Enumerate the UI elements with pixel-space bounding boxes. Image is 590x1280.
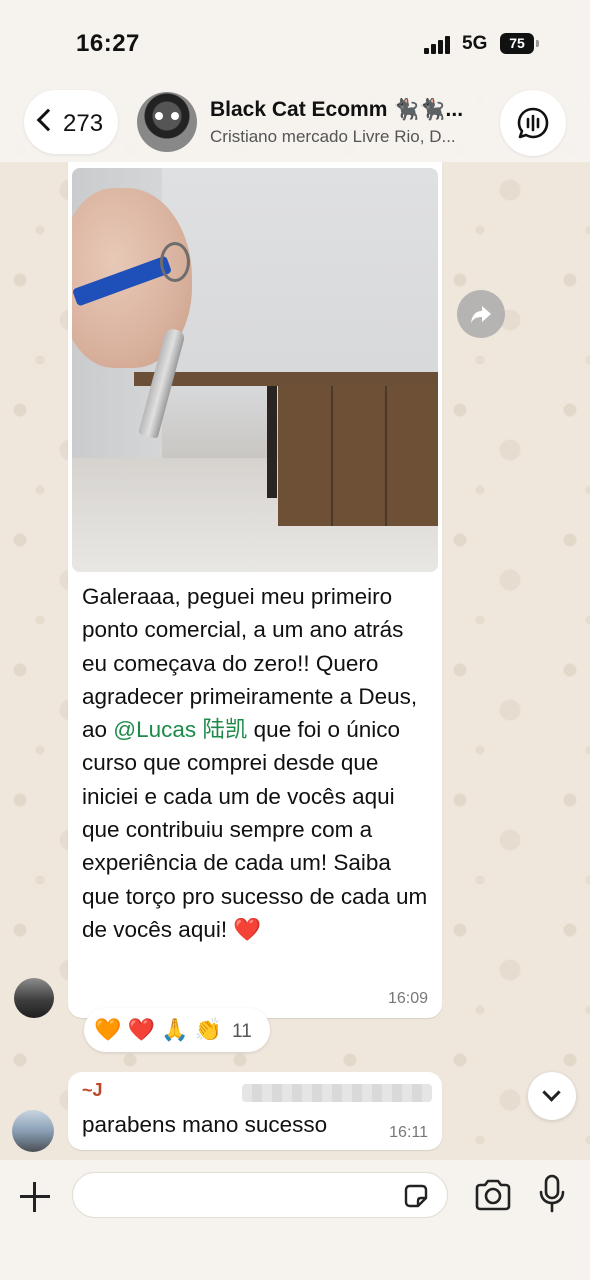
message-input[interactable] bbox=[72, 1172, 448, 1218]
mention-link[interactable]: @Lucas 陆凯 bbox=[113, 717, 247, 742]
reaction-count: 11 bbox=[232, 1021, 252, 1042]
signal-icon bbox=[424, 36, 452, 54]
reactions-bar[interactable]: 🧡 ❤️ 🙏 👏 11 bbox=[84, 1008, 270, 1052]
message-time: 16:09 bbox=[387, 990, 428, 1007]
input-bar bbox=[0, 1160, 590, 1280]
forward-button[interactable] bbox=[457, 290, 505, 338]
battery-icon: 75 bbox=[500, 33, 539, 54]
group-name[interactable]: Black Cat Ecomm 🐈‍⬛🐈‍⬛... bbox=[210, 98, 485, 122]
sender-phone-redacted bbox=[242, 1084, 432, 1102]
sender-name[interactable]: ~J bbox=[82, 1080, 103, 1101]
message-text-part: que foi o único curso que comprei desde … bbox=[82, 717, 428, 942]
sticker-icon[interactable] bbox=[402, 1182, 430, 1210]
back-button[interactable]: 273 bbox=[24, 90, 118, 154]
chat-header: 273 Black Cat Ecomm 🐈‍⬛🐈‍⬛... Cristiano … bbox=[0, 86, 590, 162]
group-subtitle[interactable]: Cristiano mercado Livre Rio, D... bbox=[210, 127, 485, 147]
group-call-button[interactable] bbox=[500, 90, 566, 156]
camera-icon[interactable] bbox=[474, 1178, 512, 1212]
message-text: Galeraaa, peguei meu primeiro ponto come… bbox=[82, 580, 432, 946]
group-call-icon bbox=[517, 107, 549, 139]
status-bar: 16:27 5G 75 bbox=[0, 0, 590, 86]
network-label: 5G bbox=[462, 33, 488, 54]
status-time: 16:27 bbox=[76, 30, 140, 57]
group-avatar[interactable] bbox=[137, 92, 197, 152]
message-photo[interactable] bbox=[72, 168, 438, 572]
sender-avatar-2[interactable] bbox=[12, 1110, 54, 1152]
chevron-down-icon bbox=[542, 1083, 561, 1102]
plus-icon[interactable] bbox=[18, 1180, 52, 1214]
scroll-down-button[interactable] bbox=[528, 1072, 576, 1120]
microphone-icon[interactable] bbox=[538, 1174, 566, 1214]
message-text-2: parabens mano sucesso bbox=[82, 1112, 328, 1137]
forward-icon bbox=[471, 306, 491, 323]
message-bubble-2[interactable]: ~J parabens mano sucesso 16:11 bbox=[68, 1072, 442, 1150]
message-time-2: 16:11 bbox=[389, 1124, 428, 1141]
unread-count: 273 bbox=[63, 110, 104, 137]
message-bubble[interactable]: Galeraaa, peguei meu primeiro ponto come… bbox=[68, 162, 442, 1018]
sender-avatar[interactable] bbox=[14, 978, 54, 1018]
reaction-emojis: 🧡 ❤️ 🙏 👏 bbox=[94, 1017, 222, 1042]
back-chevron-icon bbox=[36, 108, 60, 132]
